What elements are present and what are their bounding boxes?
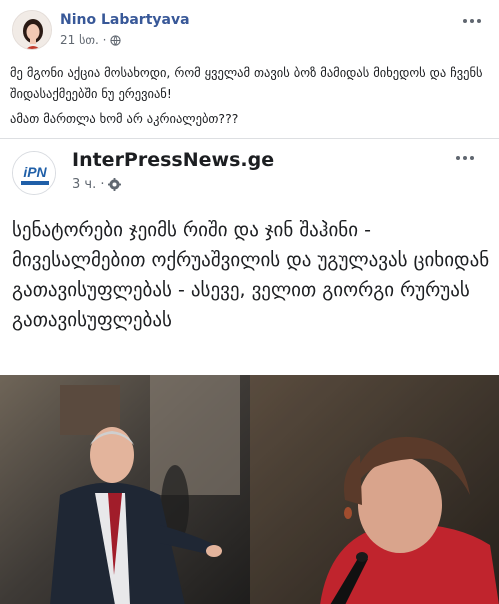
- ipn-logo-icon: iPN: [13, 152, 55, 194]
- news-photo-image: [0, 375, 499, 604]
- more-options-icon: [456, 156, 460, 160]
- shared-page-name[interactable]: InterPressNews.ge: [72, 149, 274, 171]
- avatar-image: [13, 11, 51, 49]
- gear-public-icon: [108, 178, 122, 191]
- post-text-line: მე მგონი აქცია მოსახოდი, რომ ყველამ თავი…: [10, 65, 483, 101]
- logo-text: iPN: [23, 164, 47, 180]
- author-name[interactable]: Nino Labartyava: [60, 12, 190, 28]
- facebook-post: Nino Labartyava 21 სთ. · მე მგონი აქცია …: [0, 0, 499, 604]
- author-avatar[interactable]: [12, 10, 52, 50]
- shared-timestamp[interactable]: 3 ч. ·: [72, 177, 104, 192]
- post-timestamp[interactable]: 21 სთ. ·: [60, 33, 106, 47]
- post-more-options-button[interactable]: [458, 10, 486, 32]
- post-meta: 21 სთ. ·: [60, 33, 122, 47]
- post-text-line: ამათ მართლა ხომ არ აკრიალებთ???: [10, 111, 239, 126]
- shared-photo[interactable]: [0, 375, 499, 604]
- shared-meta: 3 ч. ·: [72, 177, 122, 192]
- post-header: Nino Labartyava 21 სთ. ·: [10, 8, 490, 58]
- shared-more-options-button[interactable]: [451, 147, 479, 169]
- post-body: მე მგონი აქცია მოსახოდი, რომ ყველამ თავი…: [10, 62, 494, 133]
- page-logo[interactable]: iPN: [12, 151, 56, 195]
- more-options-icon: [463, 19, 467, 23]
- shared-headline: სენატორები ჯეიმს რიში და ჯინ შაჰინი - მი…: [12, 219, 490, 331]
- shared-post[interactable]: iPN InterPressNews.ge 3 ч. · სენატორები …: [0, 138, 499, 604]
- globe-icon: [110, 34, 122, 46]
